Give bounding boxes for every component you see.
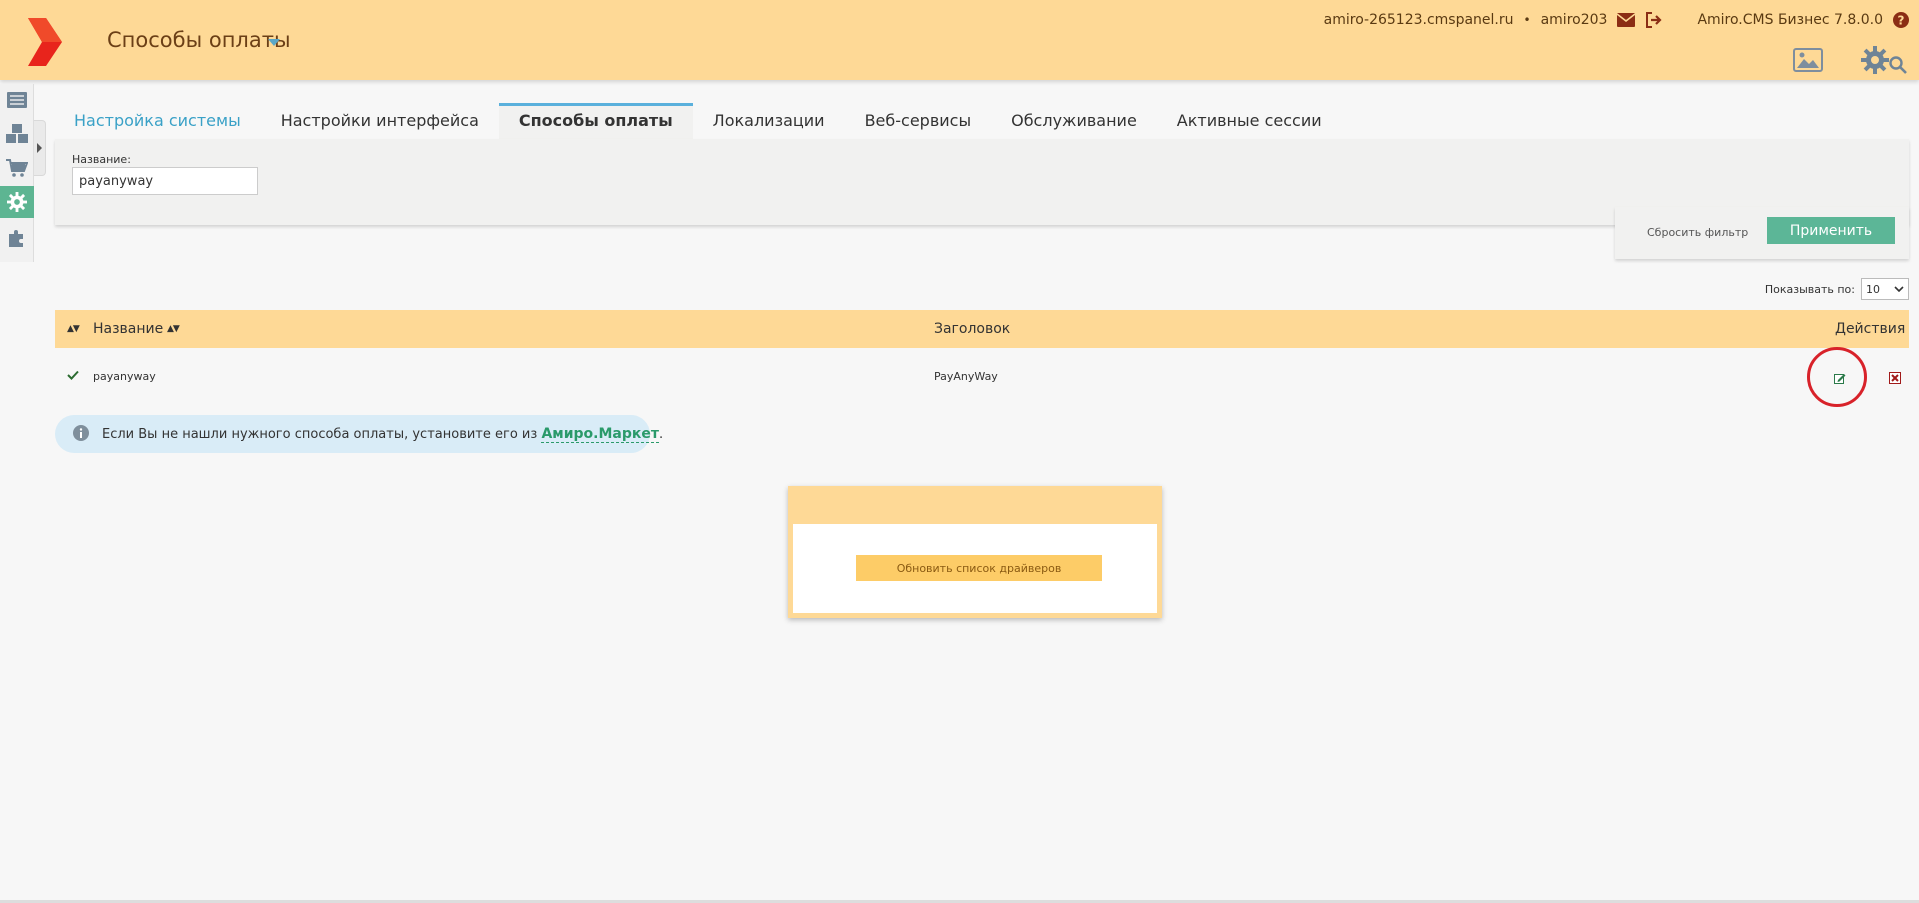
mail-icon[interactable] — [1617, 13, 1636, 27]
boxes-icon — [6, 124, 28, 143]
sidebar-toggle[interactable] — [34, 120, 46, 176]
page-title[interactable]: Способы оплаты — [107, 28, 291, 52]
cms-version: Amiro.CMS Бизнес 7.8.0.0 — [1697, 12, 1883, 28]
top-header: Способы оплаты amiro-265123.cmspanel.ru … — [0, 0, 1919, 80]
amiro-market-link[interactable]: Амиро.Маркет — [541, 426, 659, 443]
table-row: payanyway PayAnyWay — [55, 357, 1909, 397]
filter-actions: Сбросить фильтр Применить — [1615, 207, 1909, 259]
gallery-icon[interactable] — [1793, 48, 1823, 72]
separator-dot: • — [1523, 13, 1531, 27]
reset-filter-link[interactable]: Сбросить фильтр — [1647, 226, 1748, 239]
drivers-panel: Обновить список драйверов — [788, 486, 1162, 618]
tab-localizations[interactable]: Локализации — [693, 103, 845, 139]
left-sidebar — [0, 84, 34, 262]
delete-icon[interactable] — [1889, 372, 1901, 384]
tab-web-services[interactable]: Веб-сервисы — [845, 103, 992, 139]
settings-search-group — [1861, 46, 1907, 74]
help-icon[interactable]: ? — [1893, 12, 1909, 28]
logout-icon[interactable] — [1645, 12, 1663, 28]
tab-active-sessions[interactable]: Активные сессии — [1157, 103, 1342, 139]
row-name: payanyway — [93, 370, 156, 383]
per-page-label: Показывать по: — [1764, 282, 1855, 296]
list-icon — [7, 92, 27, 108]
apply-filter-button[interactable]: Применить — [1767, 217, 1895, 244]
info-text: Если Вы не нашли нужного способа оплаты,… — [102, 426, 664, 443]
tab-payment-methods[interactable]: Способы оплаты — [498, 103, 693, 139]
tab-system-settings[interactable]: Настройка системы — [54, 103, 261, 139]
refresh-drivers-button[interactable]: Обновить список драйверов — [856, 555, 1102, 581]
tab-interface-settings[interactable]: Настройки интерфейса — [261, 103, 499, 139]
amiro-logo-icon[interactable] — [26, 18, 62, 66]
title-dropdown-icon[interactable] — [268, 39, 280, 46]
sidebar-item-shop[interactable] — [0, 152, 34, 184]
gear-icon — [7, 192, 27, 212]
column-actions-header: Действия — [1835, 321, 1906, 337]
header-tools — [1793, 46, 1907, 74]
username[interactable]: amiro203 — [1541, 12, 1608, 28]
filter-name-input[interactable] — [72, 167, 258, 195]
active-check-icon[interactable] — [67, 370, 79, 380]
per-page-select[interactable]: 10 — [1861, 278, 1909, 300]
sidebar-item-content[interactable] — [0, 84, 34, 116]
puzzle-icon — [9, 230, 23, 247]
info-icon — [73, 425, 89, 441]
chevron-down-icon — [1894, 286, 1904, 292]
svg-text:?: ? — [1898, 14, 1905, 28]
tab-maintenance[interactable]: Обслуживание — [991, 103, 1157, 139]
header-user-bar: amiro-265123.cmspanel.ru • amiro203 Amir… — [1324, 12, 1909, 28]
column-name-header[interactable]: Название — [93, 321, 163, 337]
site-domain[interactable]: amiro-265123.cmspanel.ru — [1324, 12, 1514, 28]
column-title-header: Заголовок — [934, 321, 1011, 337]
sidebar-item-modules[interactable] — [0, 118, 34, 150]
sort-active-icon[interactable]: ▲▼ — [67, 324, 80, 334]
table-header: ▲▼ Название ▲▼ Заголовок Действия — [55, 310, 1909, 348]
drivers-panel-body: Обновить список драйверов — [793, 524, 1157, 613]
settings-tabs: Настройка системы Настройки интерфейса С… — [54, 103, 1342, 139]
info-note: Если Вы не нашли нужного способа оплаты,… — [55, 415, 663, 453]
info-suffix: . — [659, 427, 664, 442]
per-page-control: Показывать по: 10 — [1765, 278, 1909, 300]
sidebar-item-settings[interactable] — [0, 186, 34, 218]
filter-name-label: Название: — [72, 153, 131, 166]
row-title: PayAnyWay — [934, 370, 998, 383]
sort-name-icon[interactable]: ▲▼ — [167, 324, 180, 334]
highlight-circle — [1807, 347, 1867, 407]
settings-icon[interactable] — [1861, 46, 1889, 74]
per-page-value: 10 — [1866, 282, 1880, 296]
search-icon[interactable] — [1889, 56, 1907, 74]
info-message: Если Вы не нашли нужного способа оплаты,… — [102, 427, 538, 442]
sidebar-item-plugins[interactable] — [0, 222, 34, 254]
cart-icon — [6, 159, 28, 177]
